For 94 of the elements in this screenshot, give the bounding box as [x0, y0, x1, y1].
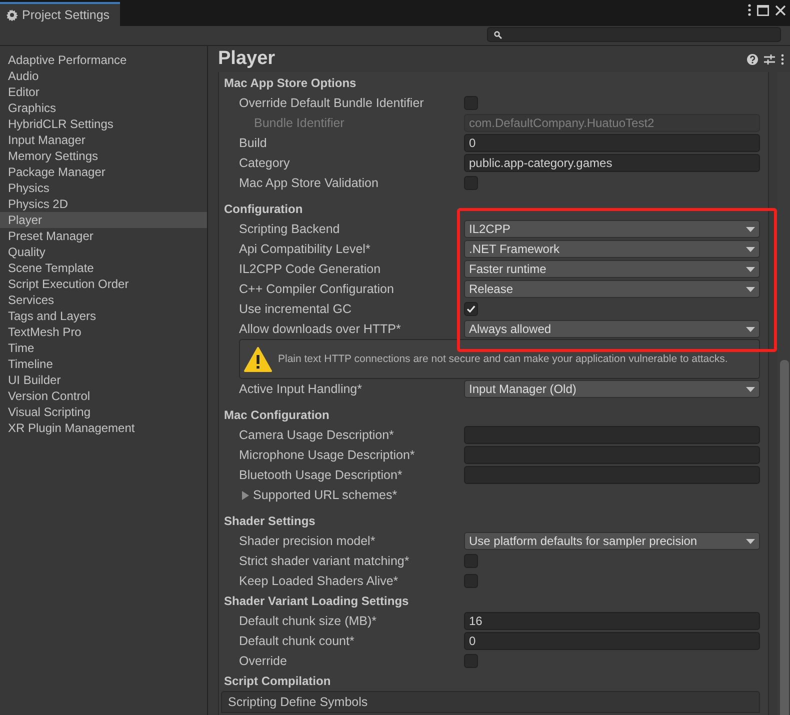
dropdown[interactable]: IL2CPP: [464, 220, 760, 238]
sidebar-item[interactable]: HybridCLR Settings: [0, 116, 207, 132]
checkbox[interactable]: [464, 574, 478, 588]
setting-label: Microphone Usage Description*: [238, 448, 416, 462]
checkbox[interactable]: [464, 302, 478, 316]
checkbox[interactable]: [464, 176, 478, 190]
sidebar-item[interactable]: TextMesh Pro: [0, 324, 207, 340]
dropdown[interactable]: Release: [464, 280, 760, 298]
dropdown[interactable]: Input Manager (Old): [464, 380, 760, 398]
checkbox[interactable]: [464, 96, 478, 110]
setting-label: Strict shader variant matching*: [238, 554, 410, 568]
list-header: Scripting Define Symbols: [221, 691, 760, 713]
more-icon[interactable]: [748, 4, 751, 16]
more-icon[interactable]: [781, 54, 784, 64]
sidebar-item[interactable]: Quality: [0, 244, 207, 260]
setting-label: Build: [238, 136, 268, 150]
warning-text: Plain text HTTP connections are not secure and can make your application vulnerable to attacks.: [278, 353, 728, 365]
setting-label: IL2CPP Code Generation: [238, 262, 382, 276]
input-field[interactable]: [464, 426, 760, 444]
setting-label: Mac App Store Validation: [238, 176, 380, 190]
setting-label: Use incremental GC: [238, 302, 353, 316]
caret-down-icon: [746, 386, 755, 392]
input-field[interactable]: [464, 466, 760, 484]
setting-label: Shader precision model*: [238, 534, 376, 548]
dropdown[interactable]: Always allowed: [464, 320, 760, 338]
setting-label: Bundle Identifier: [253, 116, 346, 130]
caret-down-icon: [746, 266, 755, 272]
sliders-icon[interactable]: [764, 54, 775, 64]
setting-label: Category: [238, 156, 291, 170]
sidebar-item[interactable]: Timeline: [0, 356, 207, 372]
input-field[interactable]: 0: [464, 134, 760, 152]
sidebar-item[interactable]: XR Plugin Management: [0, 420, 207, 436]
sidebar-item[interactable]: Graphics: [0, 100, 207, 116]
search-field[interactable]: [487, 27, 781, 42]
window-tab[interactable]: Project Settings: [0, 2, 120, 26]
sidebar-item[interactable]: Physics 2D: [0, 196, 207, 212]
sidebar-item[interactable]: Visual Scripting: [0, 404, 207, 420]
setting-label: Scripting Backend: [238, 222, 341, 236]
sidebar-item[interactable]: Editor: [0, 84, 207, 100]
setting-label: Api Compatibility Level*: [238, 242, 372, 256]
sidebar-item[interactable]: Tags and Layers: [0, 308, 207, 324]
input-field[interactable]: 16: [464, 612, 760, 630]
sidebar-item[interactable]: Scene Template: [0, 260, 207, 276]
sidebar-item[interactable]: Adaptive Performance: [0, 52, 207, 68]
gear-icon: [6, 9, 18, 21]
setting-label: Keep Loaded Shaders Alive*: [238, 574, 400, 588]
sidebar-item[interactable]: Input Manager: [0, 132, 207, 148]
sidebar-item[interactable]: Preset Manager: [0, 228, 207, 244]
section-title: Shader Variant Loading Settings: [224, 593, 410, 610]
checkbox[interactable]: [464, 554, 478, 568]
sidebar-item[interactable]: Package Manager: [0, 164, 207, 180]
setting-label: Override Default Bundle Identifier: [238, 96, 425, 110]
setting-label: Active Input Handling*: [238, 382, 363, 396]
caret-down-icon: [746, 286, 755, 292]
checkbox[interactable]: [464, 654, 478, 668]
sidebar-item[interactable]: Script Execution Order: [0, 276, 207, 292]
setting-label: Bluetooth Usage Description*: [238, 468, 404, 482]
sidebar-item[interactable]: UI Builder: [0, 372, 207, 388]
setting-label: Allow downloads over HTTP*: [238, 322, 402, 336]
input-field[interactable]: public.app-category.games: [464, 154, 760, 172]
maximize-icon[interactable]: [757, 4, 769, 16]
sidebar-item[interactable]: Physics: [0, 180, 207, 196]
input-field[interactable]: 0: [464, 632, 760, 650]
caret-down-icon: [746, 246, 755, 252]
search-icon: [494, 30, 502, 38]
sidebar-item[interactable]: Audio: [0, 68, 207, 84]
sidebar-item[interactable]: Time: [0, 340, 207, 356]
sidebar-item[interactable]: Memory Settings: [0, 148, 207, 164]
section-title: Configuration: [224, 201, 304, 218]
warning-icon: [244, 346, 272, 372]
sidebar-item[interactable]: Version Control: [0, 388, 207, 404]
dropdown[interactable]: Use platform defaults for sampler precision: [464, 532, 760, 550]
setting-label: Default chunk size (MB)*: [238, 614, 378, 628]
dropdown[interactable]: .NET Framework: [464, 240, 760, 258]
caret-down-icon: [746, 226, 755, 232]
sidebar-item[interactable]: Player: [0, 212, 207, 228]
close-icon[interactable]: [775, 4, 786, 16]
section-title: Mac Configuration: [224, 407, 330, 424]
caret-right-icon[interactable]: [242, 490, 250, 500]
panel-title: Player: [218, 48, 276, 70]
section-title: Shader Settings: [224, 513, 316, 530]
section-title: Mac App Store Options: [224, 75, 358, 92]
setting-label: C++ Compiler Configuration: [238, 282, 395, 296]
setting-label: Camera Usage Description*: [238, 428, 395, 442]
section-title: Script Compilation: [224, 673, 332, 690]
sidebar-item[interactable]: Services: [0, 292, 207, 308]
caret-down-icon: [746, 538, 755, 544]
dropdown[interactable]: Faster runtime: [464, 260, 760, 278]
setting-label: Override: [238, 654, 288, 668]
foldout[interactable]: Supported URL schemes*: [224, 488, 398, 502]
setting-label: Default chunk count*: [238, 634, 356, 648]
input-field[interactable]: [464, 446, 760, 464]
caret-down-icon: [746, 326, 755, 332]
help-icon[interactable]: [747, 54, 758, 64]
